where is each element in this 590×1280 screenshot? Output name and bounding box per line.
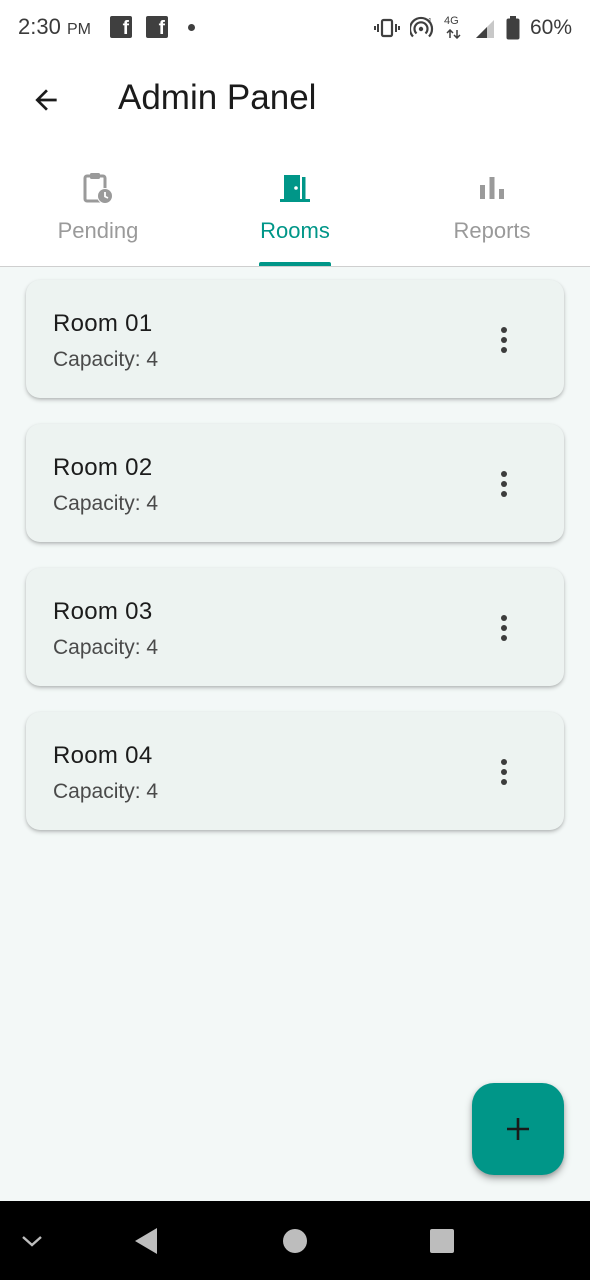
more-options-button[interactable] (484, 750, 524, 794)
facebook-icon: f (146, 16, 168, 38)
tab-rooms[interactable]: Rooms (197, 144, 393, 266)
app-bar: Admin Panel (0, 56, 590, 144)
nav-collapse-button[interactable] (0, 1201, 72, 1280)
chevron-down-icon (22, 1235, 42, 1247)
battery-percent: 60% (529, 16, 572, 39)
notification-dot-icon (188, 24, 195, 31)
more-vert-icon (501, 471, 507, 477)
tab-pending[interactable]: Pending (0, 144, 196, 266)
more-options-button[interactable] (484, 318, 524, 362)
page-title: Admin Panel (118, 78, 317, 117)
add-icon (507, 1118, 529, 1140)
room-list: Room 01 Capacity: 4 Room 02 Capacity: 4 … (26, 280, 564, 856)
nav-home-button[interactable] (255, 1201, 335, 1280)
more-options-button[interactable] (484, 606, 524, 650)
nav-recents-button[interactable] (402, 1201, 482, 1280)
tab-pending-label: Pending (57, 218, 139, 243)
status-icons: 1 4G 60% (373, 12, 572, 44)
room-card[interactable]: Room 01 Capacity: 4 (26, 280, 564, 398)
network-type-label: 4G (443, 15, 459, 27)
hotspot-icon: 1 (409, 16, 434, 38)
pending-clipboard-icon (81, 170, 115, 206)
battery-icon (506, 16, 520, 40)
square-recents-icon (430, 1228, 454, 1253)
more-vert-icon (501, 759, 507, 765)
vibrate-icon (373, 18, 400, 38)
signal-icon (475, 20, 494, 38)
status-time-value: 2:30 (18, 14, 61, 39)
room-name: Room 03 (53, 598, 153, 625)
tab-reports[interactable]: Reports (394, 144, 590, 266)
circle-home-icon (283, 1228, 307, 1253)
status-bar: 2:30 PM f f 1 4G 60% (0, 0, 590, 56)
room-name: Room 04 (53, 742, 153, 769)
status-time-ampm: PM (66, 21, 91, 38)
network-type-icon: 4G (444, 15, 464, 41)
tab-rooms-label: Rooms (260, 218, 330, 243)
room-capacity: Capacity: 4 (53, 492, 159, 515)
nav-back-button[interactable] (106, 1201, 186, 1280)
arrow-back-icon (35, 89, 57, 111)
system-nav-bar (0, 1201, 590, 1280)
room-capacity: Capacity: 4 (53, 780, 159, 803)
svg-text:1: 1 (428, 18, 432, 25)
tab-reports-label: Reports (453, 218, 531, 243)
triangle-back-icon (135, 1227, 157, 1254)
room-name: Room 02 (53, 454, 153, 481)
room-name: Room 01 (53, 310, 153, 337)
room-capacity: Capacity: 4 (53, 636, 159, 659)
facebook-icon: f (110, 16, 132, 38)
door-icon (278, 170, 312, 206)
more-options-button[interactable] (484, 462, 524, 506)
tab-bar: Pending Rooms Reports (0, 144, 590, 267)
status-time: 2:30 PM (18, 14, 91, 40)
tab-indicator (259, 262, 331, 266)
bar-chart-icon (475, 170, 509, 206)
room-capacity: Capacity: 4 (53, 348, 159, 371)
room-card[interactable]: Room 02 Capacity: 4 (26, 424, 564, 542)
room-card[interactable]: Room 04 Capacity: 4 (26, 712, 564, 830)
add-room-button[interactable] (472, 1083, 564, 1175)
more-vert-icon (501, 615, 507, 621)
room-card[interactable]: Room 03 Capacity: 4 (26, 568, 564, 686)
more-vert-icon (501, 327, 507, 333)
back-button[interactable] (22, 76, 70, 124)
